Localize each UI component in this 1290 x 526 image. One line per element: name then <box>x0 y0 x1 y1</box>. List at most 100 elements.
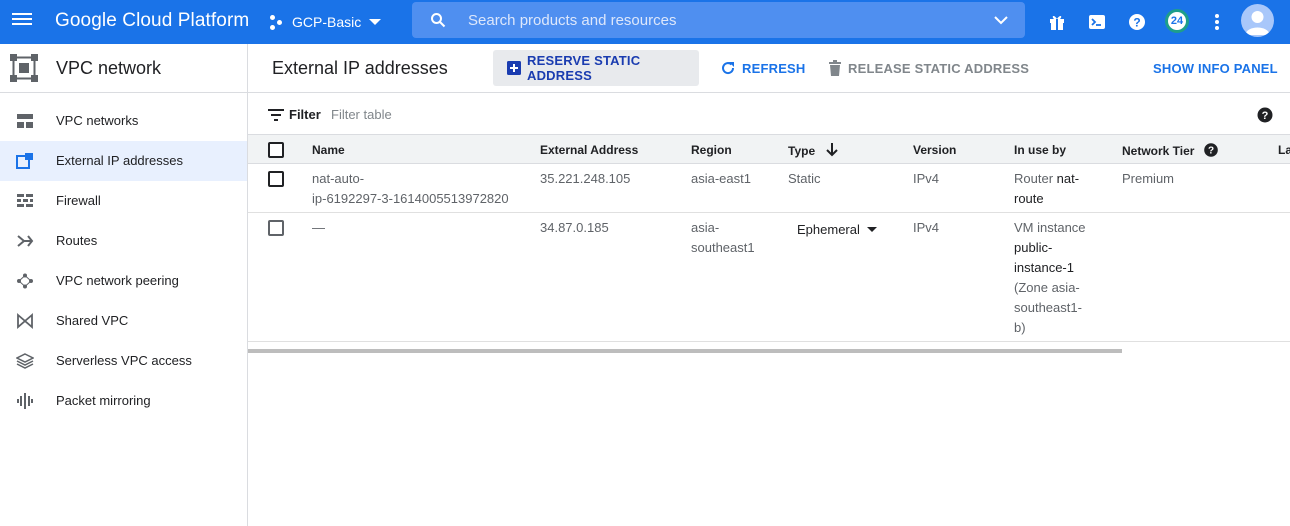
refresh-button[interactable]: REFRESH <box>720 50 806 86</box>
region-line: asia- <box>691 220 720 235</box>
sidebar-item-label: Firewall <box>56 193 101 208</box>
external-ip-icon <box>16 153 33 169</box>
cell-version: IPv4 <box>913 171 940 186</box>
peering-icon <box>17 273 33 289</box>
cell-version: IPv4 <box>913 220 940 235</box>
in-use-zone: (Zone asia- <box>1014 280 1080 295</box>
release-label: RELEASE STATIC ADDRESS <box>848 60 1030 76</box>
table-row: — 34.87.0.185 asia- southeast1 Ephemeral… <box>248 213 1290 342</box>
name-line: nat-auto- <box>312 171 365 186</box>
sidebar-item-label: External IP addresses <box>56 153 183 168</box>
table-row: nat-auto- ip-6192297-3-1614005513972820 … <box>248 164 1290 213</box>
in-use-zone: b) <box>1014 320 1026 335</box>
in-use-type: Router <box>1014 171 1057 186</box>
filter-input[interactable] <box>331 105 631 123</box>
refresh-label: REFRESH <box>742 60 806 76</box>
cell-address: 35.221.248.105 <box>540 171 631 186</box>
type-dropdown[interactable]: Ephemeral <box>797 222 877 237</box>
sidebar-item-external-ip[interactable]: External IP addresses <box>0 141 247 181</box>
in-use-link[interactable]: public- <box>1014 238 1086 258</box>
sidebar-item-label: VPC network peering <box>56 273 179 288</box>
serverless-icon <box>16 353 34 369</box>
in-use-link[interactable]: nat- <box>1057 171 1079 186</box>
sidebar-header: VPC network <box>0 44 247 93</box>
filter-list-icon <box>268 109 284 121</box>
refresh-icon <box>720 60 736 76</box>
help-icon[interactable]: ? <box>1204 143 1218 157</box>
filter-bar: Filter ? <box>248 94 1290 134</box>
row-checkbox[interactable] <box>268 171 284 187</box>
add-box-icon <box>507 61 521 75</box>
in-use-zone: southeast1- <box>1014 300 1082 315</box>
packet-mirroring-icon <box>17 393 33 409</box>
column-header-network-tier-label: Network Tier <box>1122 144 1195 158</box>
top-app-bar: Google Cloud Platform GCP-Basic ? 24 <box>0 0 1290 44</box>
sidebar-item-label: Routes <box>56 233 98 248</box>
table-header: Name External Address Region Type Versio… <box>248 134 1290 164</box>
chevron-down-icon <box>369 19 382 25</box>
sidebar-item-routes[interactable]: Routes <box>0 221 247 261</box>
sidebar: VPC network VPC networks External IP add… <box>0 44 248 526</box>
cell-name: nat-auto- ip-6192297-3-1614005513972820 <box>312 169 509 209</box>
sidebar-item-shared-vpc[interactable]: Shared VPC <box>0 301 247 341</box>
sidebar-item-label: Serverless VPC access <box>56 353 192 368</box>
row-checkbox[interactable] <box>268 220 284 236</box>
column-header-type-label: Type <box>788 144 816 158</box>
release-static-address-button[interactable]: RELEASE STATIC ADDRESS <box>828 50 1029 86</box>
cell-in-use-by: VM instance public- instance-1 (Zone asi… <box>1014 218 1086 338</box>
column-header-in-use-by[interactable]: In use by <box>1014 143 1066 157</box>
notifications-badge[interactable]: 24 <box>1165 9 1189 33</box>
sidebar-item-label: Packet mirroring <box>56 393 151 408</box>
show-info-panel-button[interactable]: SHOW INFO PANEL <box>1153 50 1278 86</box>
column-header-external-address[interactable]: External Address <box>540 143 638 157</box>
more-vert-icon[interactable] <box>1205 10 1229 34</box>
sidebar-item-firewall[interactable]: Firewall <box>0 181 247 221</box>
delete-icon <box>828 60 842 76</box>
search-bar[interactable] <box>412 2 1025 38</box>
svg-text:?: ? <box>1262 110 1269 122</box>
cell-in-use-by: Router nat- route <box>1014 169 1079 209</box>
cloud-shell-icon[interactable] <box>1085 10 1109 34</box>
in-use-link[interactable]: instance-1 <box>1014 258 1086 278</box>
region-line: southeast1 <box>691 240 755 255</box>
column-header-type[interactable]: Type <box>788 143 839 158</box>
column-header-network-tier[interactable]: Network Tier ? <box>1122 143 1218 158</box>
page-title: External IP addresses <box>272 58 448 78</box>
search-input[interactable] <box>468 9 968 31</box>
in-use-link[interactable]: route <box>1014 189 1079 209</box>
svg-text:?: ? <box>1208 146 1214 157</box>
project-selector[interactable]: GCP-Basic <box>268 8 382 36</box>
cell-region: asia-east1 <box>691 171 751 186</box>
column-header-region[interactable]: Region <box>691 143 732 157</box>
in-use-type: VM instance <box>1014 220 1086 235</box>
gift-icon[interactable] <box>1045 10 1069 34</box>
sidebar-item-serverless[interactable]: Serverless VPC access <box>0 341 247 381</box>
column-header-name[interactable]: Name <box>312 143 345 157</box>
main-menu-icon[interactable] <box>12 11 34 33</box>
chevron-down-icon[interactable] <box>993 15 1009 25</box>
vpc-network-product-icon <box>10 54 38 82</box>
cell-region: asia- southeast1 <box>691 218 755 258</box>
account-avatar[interactable] <box>1241 4 1274 37</box>
cell-address: 34.87.0.185 <box>540 220 609 235</box>
project-name: GCP-Basic <box>292 14 362 30</box>
reserve-static-address-button[interactable]: RESERVE STATIC ADDRESS <box>493 50 699 86</box>
routes-icon <box>17 235 34 247</box>
sidebar-item-vpc-networks[interactable]: VPC networks <box>0 101 247 141</box>
reserve-label: RESERVE STATIC ADDRESS <box>527 53 641 83</box>
sidebar-item-peering[interactable]: VPC network peering <box>0 261 247 301</box>
sidebar-item-label: VPC networks <box>56 113 139 128</box>
cell-network-tier: Premium <box>1122 171 1175 186</box>
select-all-checkbox[interactable] <box>268 142 284 158</box>
type-dropdown-value: Ephemeral <box>797 222 860 237</box>
search-icon <box>431 13 446 28</box>
help-icon[interactable]: ? <box>1257 107 1273 123</box>
brand-title[interactable]: Google Cloud Platform <box>55 10 249 32</box>
sidebar-item-label: Shared VPC <box>56 313 129 328</box>
column-header-truncated[interactable]: La <box>1278 143 1290 157</box>
horizontal-scrollbar[interactable] <box>248 349 1122 353</box>
sidebar-item-packet-mirroring[interactable]: Packet mirroring <box>0 381 247 421</box>
help-icon[interactable]: ? <box>1125 10 1149 34</box>
column-header-version[interactable]: Version <box>913 143 956 157</box>
filter-label: Filter <box>289 107 321 122</box>
